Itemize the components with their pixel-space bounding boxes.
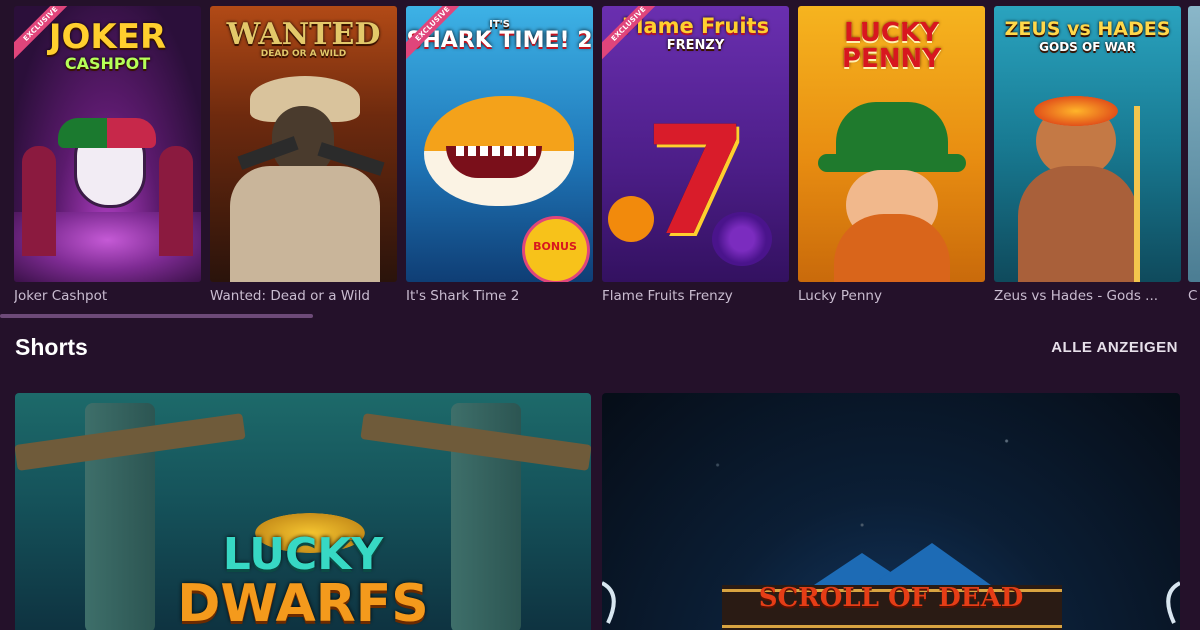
game-card-flame-fruits-frenzy[interactable]: 7 Flame Fruits FRENZY EXCLUSIVE Flame Fr… <box>602 6 789 304</box>
short-card-lucky-dwarfs[interactable]: LUCKY DWARFS <box>15 393 591 630</box>
short-logo-line2: DWARFS <box>177 574 429 630</box>
section-title: Shorts <box>15 334 88 360</box>
game-logo-line2: SHARK TIME! 2 <box>406 28 593 53</box>
game-title[interactable]: Joker Cashpot <box>14 288 201 304</box>
game-logo-line2: PENNY <box>841 44 942 74</box>
game-card-joker-cashpot[interactable]: JOKER CASHPOT EXCLUSIVE Joker Cashpot <box>14 6 201 304</box>
bonus-label: BONUS <box>533 240 577 253</box>
game-card-lucky-penny[interactable]: LUCKY PENNY Lucky Penny <box>798 6 985 304</box>
game-card-zeus-vs-hades[interactable]: ZEUS vs HADES GODS OF WAR Zeus vs Hades … <box>994 6 1181 304</box>
game-card-shark-time-2[interactable]: BONUS IT'S SHARK TIME! 2 EXCLUSIVE It's … <box>406 6 593 304</box>
game-thumbnail[interactable]: WANTED DEAD OR A WILD <box>210 6 397 282</box>
game-title[interactable]: Lucky Penny <box>798 288 985 304</box>
game-logo-line1: ZEUS vs HADES <box>1004 18 1171 40</box>
game-title[interactable]: C <box>1188 288 1200 304</box>
game-thumbnail[interactable]: JOKER CASHPOT EXCLUSIVE <box>14 6 201 282</box>
game-title[interactable]: Wanted: Dead or a Wild <box>210 288 397 304</box>
game-thumbnail[interactable]: LUCKY PENNY <box>798 6 985 282</box>
game-logo-line2: GODS OF WAR <box>1039 40 1136 54</box>
game-thumbnail[interactable] <box>1188 6 1200 282</box>
short-card-scroll-of-dead[interactable]: SCROLL OF DEAD <box>602 393 1180 630</box>
game-logo-line1: LUCKY <box>844 18 939 48</box>
game-logo-line1: WANTED <box>226 17 381 52</box>
game-thumbnail[interactable]: 7 Flame Fruits FRENZY EXCLUSIVE <box>602 6 789 282</box>
casino-page: JOKER CASHPOT EXCLUSIVE Joker Cashpot WA… <box>0 0 1200 630</box>
short-logo-line1: SCROLL OF DEAD <box>758 583 1024 613</box>
show-all-link[interactable]: ALLE ANZEIGEN <box>1051 339 1178 356</box>
game-card-wanted[interactable]: WANTED DEAD OR A WILD Wanted: Dead or a … <box>210 6 397 304</box>
game-title[interactable]: Zeus vs Hades - Gods ... <box>994 288 1181 304</box>
games-carousel[interactable]: JOKER CASHPOT EXCLUSIVE Joker Cashpot WA… <box>0 0 1200 318</box>
carousel-scroll-indicator[interactable] <box>0 314 313 318</box>
game-title[interactable]: It's Shark Time 2 <box>406 288 593 304</box>
game-logo-line2: FRENZY <box>666 38 725 53</box>
game-logo-line2: CASHPOT <box>64 54 151 73</box>
game-thumbnail[interactable]: BONUS IT'S SHARK TIME! 2 EXCLUSIVE <box>406 6 593 282</box>
game-thumbnail[interactable]: ZEUS vs HADES GODS OF WAR <box>994 6 1181 282</box>
game-card-partial[interactable]: C <box>1188 6 1200 304</box>
short-logo-line1: LUCKY <box>222 529 384 580</box>
game-title[interactable]: Flame Fruits Frenzy <box>602 288 789 304</box>
